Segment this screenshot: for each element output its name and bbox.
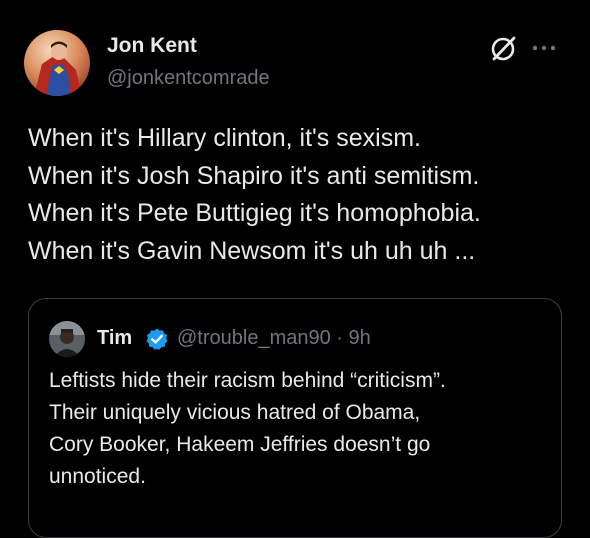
quoted-tweet-text: Leftists hide their racism behind “criti… xyxy=(49,365,549,493)
more-options-icon[interactable] xyxy=(530,38,558,58)
tweet: Jon Kent @jonkentcomrade When it's Hilla… xyxy=(0,0,590,538)
quoted-avatar[interactable] xyxy=(49,321,85,357)
tweet-text-line: When it's Hillary clinton, it's sexism. xyxy=(28,124,421,152)
avatar[interactable] xyxy=(24,30,90,96)
grok-icon[interactable] xyxy=(488,34,518,64)
quoted-author-name[interactable]: Tim xyxy=(97,327,132,350)
author-handle[interactable]: @jonkentcomrade xyxy=(107,67,270,90)
quoted-text-line: Cory Booker, Hakeem Jeffries doesn’t go xyxy=(49,433,431,456)
quoted-text-line: unnoticed. xyxy=(49,465,146,488)
quoted-text-line: Leftists hide their racism behind “criti… xyxy=(49,369,446,392)
quoted-author-handle[interactable]: @trouble_man90 · 9h xyxy=(177,327,371,350)
quoted-avatar-image xyxy=(49,321,85,357)
tweet-text-line: When it's Pete Buttigieg it's homophobia… xyxy=(28,199,481,227)
author-name[interactable]: Jon Kent xyxy=(107,34,197,58)
quoted-text-line: Their uniquely vicious hatred of Obama, xyxy=(49,401,421,424)
tweet-text: When it's Hillary clinton, it's sexism. … xyxy=(28,120,576,270)
avatar-image xyxy=(24,30,90,96)
quoted-tweet[interactable]: Tim @trouble_man90 · 9h Leftists hide th… xyxy=(28,298,562,538)
tweet-text-line: When it's Josh Shapiro it's anti semitis… xyxy=(28,161,480,190)
tweet-text-line: When it's Gavin Newsom it's uh uh uh ... xyxy=(28,236,476,265)
verified-badge-icon xyxy=(145,327,169,351)
